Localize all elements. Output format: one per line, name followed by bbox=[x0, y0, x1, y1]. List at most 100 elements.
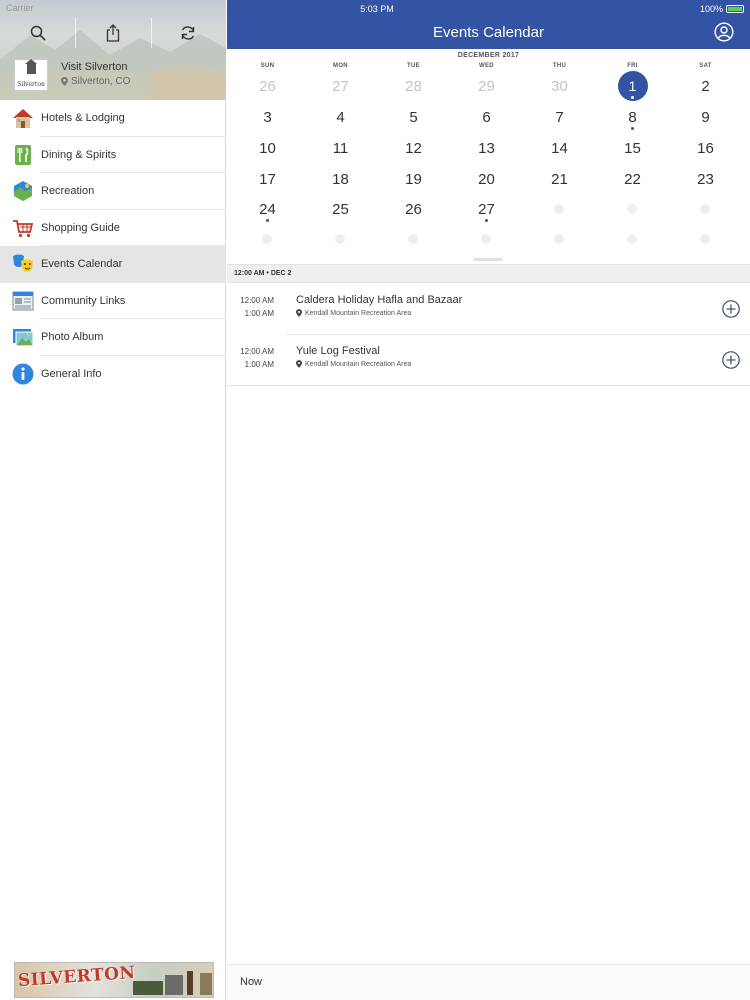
footer-bar: Now bbox=[227, 964, 750, 1000]
calendar-day[interactable]: 18 bbox=[304, 164, 377, 194]
info-icon bbox=[12, 363, 34, 385]
sidebar-item-dining-spirits[interactable]: Dining & Spirits bbox=[0, 137, 226, 173]
calendar-day[interactable]: 23 bbox=[669, 164, 742, 194]
calendar-day-number: 9 bbox=[701, 108, 710, 126]
calendar-day[interactable]: 14 bbox=[523, 133, 596, 163]
calendar-day-number: 15 bbox=[624, 139, 641, 157]
event-location: Kendall Mountain Recreation Area bbox=[296, 309, 411, 317]
now-button[interactable]: Now bbox=[240, 976, 262, 988]
calendar-day-number: 5 bbox=[409, 108, 418, 126]
add-event-button[interactable] bbox=[722, 351, 740, 369]
profile-button[interactable] bbox=[714, 22, 734, 42]
calendar-day[interactable]: 30 bbox=[523, 71, 596, 101]
calendar-day-number: 28 bbox=[405, 77, 422, 95]
sidebar-item-general-info[interactable]: General Info bbox=[0, 356, 226, 393]
calendar-day[interactable]: 27 bbox=[304, 71, 377, 101]
calendar-day[interactable]: 29 bbox=[450, 71, 523, 101]
carrier-label: Carrier bbox=[6, 3, 34, 13]
location-pin-icon bbox=[296, 360, 302, 368]
refresh-icon bbox=[181, 26, 195, 40]
calendar-day[interactable]: 5 bbox=[377, 102, 450, 132]
recreation-icon bbox=[12, 180, 34, 202]
event-indicator-dot bbox=[631, 127, 634, 130]
sidebar-item-photo-album[interactable]: Photo Album bbox=[0, 319, 226, 356]
events-section-title: 12:00 AM • DEC 2 bbox=[234, 270, 292, 277]
calendar-day[interactable]: 22 bbox=[596, 164, 669, 194]
weekday-label: SAT bbox=[699, 63, 712, 69]
status-battery: 100% bbox=[700, 4, 744, 14]
calendar-day[interactable]: 16 bbox=[669, 133, 742, 163]
calendar-day[interactable]: 11 bbox=[304, 133, 377, 163]
theater-masks-icon bbox=[12, 253, 34, 275]
event-end-time: 1:00 AM bbox=[244, 360, 274, 369]
house-icon bbox=[12, 107, 34, 129]
share-button[interactable] bbox=[100, 20, 126, 46]
calendar-day-number: 2 bbox=[701, 77, 710, 95]
event-end-time: 1:00 AM bbox=[244, 309, 274, 318]
sidebar-item-shopping-guide[interactable]: Shopping Guide bbox=[0, 210, 226, 246]
weekday-label: FRI bbox=[627, 63, 638, 69]
event-location-text: Kendall Mountain Recreation Area bbox=[305, 360, 412, 368]
main-panel: 5:03 PM 100% Events Calendar DECEMBER 20… bbox=[227, 0, 750, 1000]
calendar-day-number: 13 bbox=[478, 139, 495, 157]
event-row[interactable]: 12:00 AM 1:00 AM Yule Log Festival Kenda… bbox=[227, 335, 750, 386]
calendar-day-number: 26 bbox=[405, 200, 422, 218]
calendar-day[interactable]: 28 bbox=[377, 71, 450, 101]
empty-day-placeholder bbox=[627, 204, 637, 214]
app-location-text: Silverton, CO bbox=[71, 76, 131, 87]
calendar-day-number: 27 bbox=[332, 77, 349, 95]
calendar-day[interactable]: 3 bbox=[231, 102, 304, 132]
calendar-day[interactable]: 9 bbox=[669, 102, 742, 132]
calendar-day[interactable]: 10 bbox=[231, 133, 304, 163]
sidebar-item-events-calendar[interactable]: Events Calendar bbox=[0, 246, 226, 283]
month-label: DECEMBER 2017 bbox=[457, 52, 520, 59]
calendar-day[interactable]: 25 bbox=[304, 194, 377, 224]
calendar-day[interactable]: 6 bbox=[450, 102, 523, 132]
calendar-drag-handle[interactable] bbox=[473, 258, 503, 261]
calendar-day-number: 21 bbox=[551, 170, 568, 188]
calendar-day[interactable]: 13 bbox=[450, 133, 523, 163]
refresh-button[interactable] bbox=[175, 20, 201, 46]
calendar-day[interactable]: 12 bbox=[377, 133, 450, 163]
banner-text: SILVERTON bbox=[17, 962, 137, 992]
logo-text: Silverton bbox=[17, 81, 45, 88]
calendar-day-number: 25 bbox=[332, 200, 349, 218]
sidebar-item-label: Shopping Guide bbox=[41, 221, 120, 234]
share-icon bbox=[106, 24, 120, 42]
empty-day-placeholder bbox=[481, 234, 491, 244]
silverton-banner-ad[interactable]: SILVERTON bbox=[14, 962, 214, 998]
calendar-day[interactable]: 4 bbox=[304, 102, 377, 132]
events-section-header: 12:00 AM • DEC 2 bbox=[227, 264, 750, 283]
event-location: Kendall Mountain Recreation Area bbox=[296, 360, 411, 368]
event-row[interactable]: 12:00 AM 1:00 AM Caldera Holiday Hafla a… bbox=[227, 284, 750, 335]
weekday-label: SUN bbox=[260, 63, 275, 69]
search-icon bbox=[30, 25, 46, 41]
calendar-day-number: 8 bbox=[628, 108, 637, 126]
add-event-button[interactable] bbox=[722, 300, 740, 318]
sidebar-item-recreation[interactable]: Recreation bbox=[0, 173, 226, 210]
calendar-day[interactable]: 20 bbox=[450, 164, 523, 194]
calendar-day-number: 6 bbox=[482, 108, 491, 126]
search-button[interactable] bbox=[25, 20, 51, 46]
calendar-day[interactable]: 2 bbox=[669, 71, 742, 101]
empty-day-placeholder bbox=[554, 234, 564, 244]
weekday-label: THU bbox=[552, 63, 567, 69]
calendar-day[interactable]: 19 bbox=[377, 164, 450, 194]
calendar-day[interactable]: 15 bbox=[596, 133, 669, 163]
event-title: Yule Log Festival bbox=[296, 345, 380, 357]
app-name: Visit Silverton bbox=[61, 61, 128, 73]
calendar-day[interactable]: 21 bbox=[523, 164, 596, 194]
sidebar-item-hotels-lodging[interactable]: Hotels & Lodging bbox=[0, 100, 226, 137]
sidebar-header: Carrier Silverton Visit Silverton Silver… bbox=[0, 0, 226, 100]
calendar-day[interactable]: 7 bbox=[523, 102, 596, 132]
empty-day-placeholder bbox=[335, 234, 345, 244]
calendar-day-number: 14 bbox=[551, 139, 568, 157]
calendar-day[interactable]: 26 bbox=[231, 71, 304, 101]
empty-day-placeholder bbox=[700, 234, 710, 244]
calendar-day[interactable]: 17 bbox=[231, 164, 304, 194]
battery-icon bbox=[726, 5, 744, 13]
calendar-day[interactable]: 26 bbox=[377, 194, 450, 224]
sidebar-menu: Hotels & Lodging Dining & Spirits Recrea… bbox=[0, 100, 226, 392]
calendar-day-number: 4 bbox=[336, 108, 345, 126]
sidebar-item-community-links[interactable]: Community Links bbox=[0, 283, 226, 319]
